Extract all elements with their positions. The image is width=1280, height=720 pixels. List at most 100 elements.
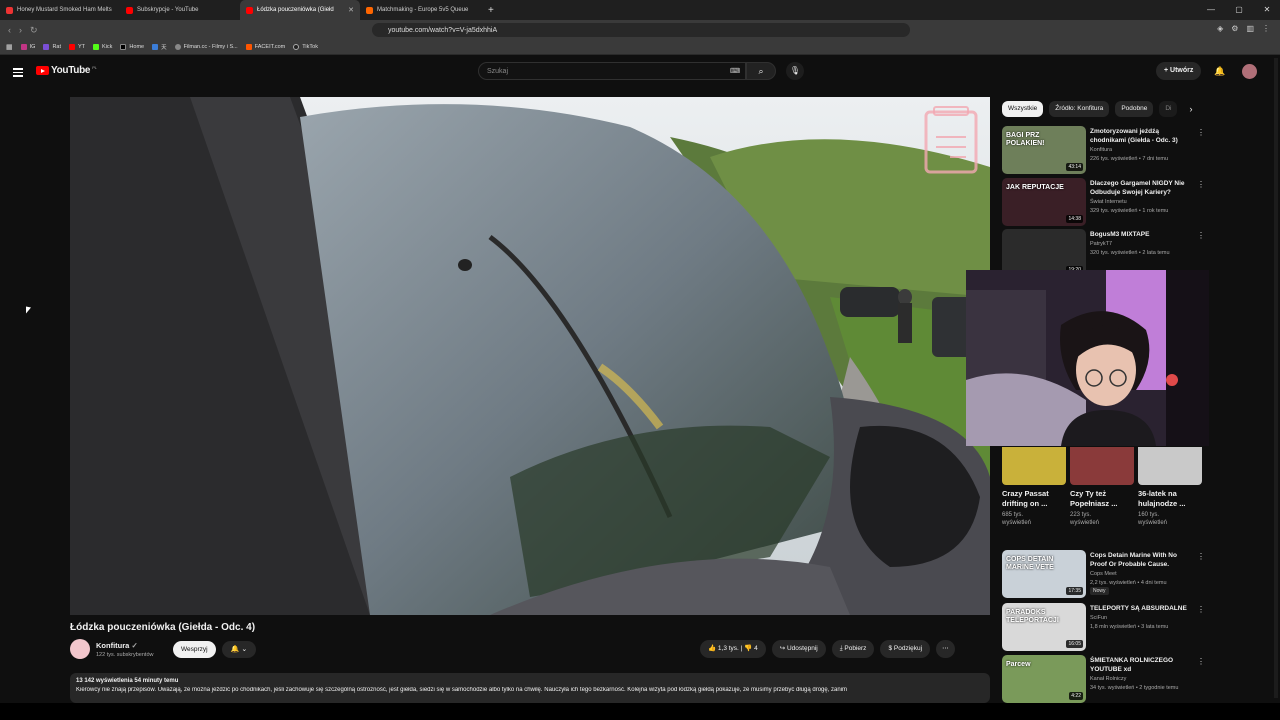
channel-name-text: Konfitura xyxy=(96,641,130,650)
recommendation-channel: Cops Meet xyxy=(1090,571,1117,577)
menu-dots-icon[interactable]: ⋮ xyxy=(1262,24,1270,33)
avatar[interactable] xyxy=(1242,64,1257,79)
maximize-icon[interactable]: ▢ xyxy=(1226,0,1252,20)
url-text: youtube.com/watch?v=V-ja5dxhhiA xyxy=(388,26,498,34)
recommendation-thumbnail: JAK REPUTACJE 14:38 xyxy=(1002,178,1086,226)
recommendation-channel: PatrykT7 xyxy=(1090,241,1113,247)
thumbnail-caption: COPS DETAIN MARINE VETE xyxy=(1006,556,1054,571)
search-button[interactable]: ⌕ xyxy=(746,62,776,80)
download-button[interactable]: ⤓ Pobierz xyxy=(831,640,875,658)
page-scrollbar[interactable] xyxy=(1274,58,1278,698)
more-options-icon[interactable]: ⋮ xyxy=(1197,180,1205,189)
thanks-button[interactable]: $ Podziękuj xyxy=(880,640,931,658)
extension-icon[interactable]: ⚙ xyxy=(1231,24,1238,33)
support-button[interactable]: Wesprzyj xyxy=(173,641,216,658)
short-item[interactable]: Czy Ty też Popełniasz ... 223 tys. wyświe… xyxy=(1070,447,1134,527)
search-input[interactable]: Szukaj xyxy=(478,62,746,80)
bottom-bar xyxy=(0,703,1280,720)
reload-icon[interactable]: ↻ xyxy=(30,25,38,36)
browser-tab[interactable]: Subskrypcje - YouTube xyxy=(120,0,240,20)
thumbs-up-icon: 👍 xyxy=(708,645,717,652)
bookmark-label: YT xyxy=(78,44,86,50)
close-window-icon[interactable]: ✕ xyxy=(1254,0,1280,20)
subscriber-count: 122 tys. subskrybentów xyxy=(96,652,154,658)
short-item[interactable]: Crazy Passat drifting on ... 685 tys. wyś… xyxy=(1002,447,1066,527)
recommendation-title: ŚMIETANKA ROLNICZEGO YOUTUBE xd xyxy=(1090,657,1174,673)
recommendation-meta: 329 tys. wyświetleń • 1 rok temu xyxy=(1090,208,1169,214)
recommendation-item[interactable]: PARADOKS TELEPORTACJI 16:05 TELEPORTY SĄ A… xyxy=(1002,603,1205,651)
youtube-play-icon xyxy=(36,66,49,75)
recommendation-item[interactable]: Parcew 4:22 ŚMIETANKA ROLNICZEGO YOUTUBE x… xyxy=(1002,655,1205,703)
extension-icons: ◈ ⚙ ▥ ⋮ xyxy=(1217,24,1270,33)
more-options-icon[interactable]: ⋮ xyxy=(1197,128,1205,137)
bookmark-icon xyxy=(43,44,50,50)
bookmark-jp[interactable]: 天 xyxy=(152,43,167,51)
create-button[interactable]: + Utwórz xyxy=(1156,62,1202,80)
description-box[interactable]: 13 142 wyświetlenia 54 minuty temu Kiero… xyxy=(70,673,990,703)
mic-icon[interactable]: 🎙 xyxy=(786,62,804,80)
more-options-icon[interactable]: ⋮ xyxy=(1197,231,1205,240)
more-options-icon[interactable]: ⋮ xyxy=(1197,657,1205,666)
chip-more[interactable]: Di xyxy=(1159,101,1178,117)
more-options-icon[interactable]: ⋮ xyxy=(1197,552,1205,561)
chevron-right-icon[interactable]: › xyxy=(1189,104,1192,114)
browser-tab-strip: Honey Mustard Smoked Ham Melts Subskrypc… xyxy=(0,0,1280,20)
browser-tab[interactable]: Honey Mustard Smoked Ham Melts xyxy=(0,0,120,20)
recommendation-thumbnail: PARADOKS TELEPORTACJI 16:05 xyxy=(1002,603,1086,651)
bookmark-home[interactable]: Home xyxy=(120,44,144,50)
youtube-header: YouTube PL Szukaj ⌨ ⌕ 🎙 + Utwórz 🔔 xyxy=(0,56,1280,88)
keyboard-icon[interactable]: ⌨ xyxy=(730,67,740,75)
back-icon[interactable]: ‹ xyxy=(8,25,11,36)
channel-name[interactable]: Konfitura ✓ xyxy=(96,641,138,650)
subscription-bell-button[interactable]: 🔔 ⌄ xyxy=(222,641,256,658)
close-tab-icon[interactable]: ✕ xyxy=(348,6,354,14)
browser-tab[interactable]: Matchmaking - Europe 5v5 Queue xyxy=(360,0,480,20)
chip-source[interactable]: Źródło: Konfitura xyxy=(1049,101,1110,117)
chip-similar[interactable]: Podobne xyxy=(1115,101,1154,117)
more-options-icon[interactable]: ⋮ xyxy=(1197,605,1205,614)
bookmark-tiktok[interactable]: TikTok xyxy=(293,44,318,50)
url-field[interactable]: youtube.com/watch?v=V-ja5dxhhiA xyxy=(372,23,910,37)
bookmark-rat[interactable]: Rat xyxy=(43,44,61,50)
filter-chips: Wszystkie Źródło: Konfitura Podobne Di › xyxy=(1002,101,1192,117)
notifications-bell-icon[interactable]: 🔔 xyxy=(1214,66,1225,77)
sidebar-icon[interactable]: ▥ xyxy=(1246,24,1254,33)
recommendation-meta: 34 tys. wyświetleń • 2 tygodnie temu xyxy=(1090,685,1179,691)
recommendation-item[interactable]: JAK REPUTACJE 14:38 Dlaczego Gargamel NIGD… xyxy=(1002,178,1205,226)
menu-icon[interactable] xyxy=(13,68,23,79)
recommendation-item[interactable]: COPS DETAIN MARINE VETE 17:35 Cops Detain … xyxy=(1002,550,1205,598)
bell-icon: 🔔 xyxy=(230,646,240,653)
forward-icon[interactable]: › xyxy=(19,25,22,36)
thanks-icon: $ xyxy=(888,645,893,652)
bookmark-yt[interactable]: YT xyxy=(69,44,85,50)
apps-grid-icon[interactable]: ▦ xyxy=(6,43,13,51)
browser-tab-active[interactable]: Łódzka pouczeniówka (Giełd ✕ xyxy=(240,0,360,20)
faceit-icon xyxy=(245,44,252,50)
search-icon: ⌕ xyxy=(758,66,764,76)
thumbs-down-icon[interactable]: 👎 xyxy=(744,645,752,652)
kick-icon xyxy=(93,44,100,50)
thumbnail-caption: JAK REPUTACJE xyxy=(1006,184,1064,191)
share-button[interactable]: ↪ Udostępnij xyxy=(771,640,826,658)
bookmark-ig[interactable]: IG xyxy=(20,44,35,50)
chip-all[interactable]: Wszystkie xyxy=(1002,101,1044,117)
extension-icon[interactable]: ◈ xyxy=(1217,24,1223,33)
youtube-icon xyxy=(69,44,75,50)
webcam-frame xyxy=(966,270,1209,446)
short-item[interactable]: 36-latek na hulajnodze ... 160 tys. wyświ… xyxy=(1138,447,1202,527)
youtube-logo[interactable]: YouTube PL xyxy=(36,65,97,76)
video-player[interactable] xyxy=(70,97,990,615)
new-tab-icon[interactable]: + xyxy=(480,5,502,16)
like-button[interactable]: 👍 1,3 tys. | 👎 4 xyxy=(700,640,766,658)
bookmark-faceit[interactable]: FACEIT.com xyxy=(245,44,285,50)
recommendation-item[interactable]: BAGI PRZ POLAKIEN! 43:14 Zmotoryzowani jeź… xyxy=(1002,126,1205,174)
description-text: Kierowcy nie znają przepisów. Uważają, ż… xyxy=(76,687,848,693)
recommendation-thumbnail: BAGI PRZ POLAKIEN! 43:14 xyxy=(1002,126,1086,174)
bookmark-label: Rat xyxy=(52,44,61,50)
more-actions-icon[interactable]: ⋯ xyxy=(936,640,955,658)
short-title: Czy Ty też Popełniasz ... xyxy=(1070,489,1118,508)
minimize-icon[interactable]: — xyxy=(1198,0,1224,20)
bookmark-kick[interactable]: Kick xyxy=(93,44,112,50)
bookmark-filman[interactable]: Filman.cc - Filmy i S... xyxy=(174,44,238,50)
channel-avatar[interactable] xyxy=(70,639,90,659)
